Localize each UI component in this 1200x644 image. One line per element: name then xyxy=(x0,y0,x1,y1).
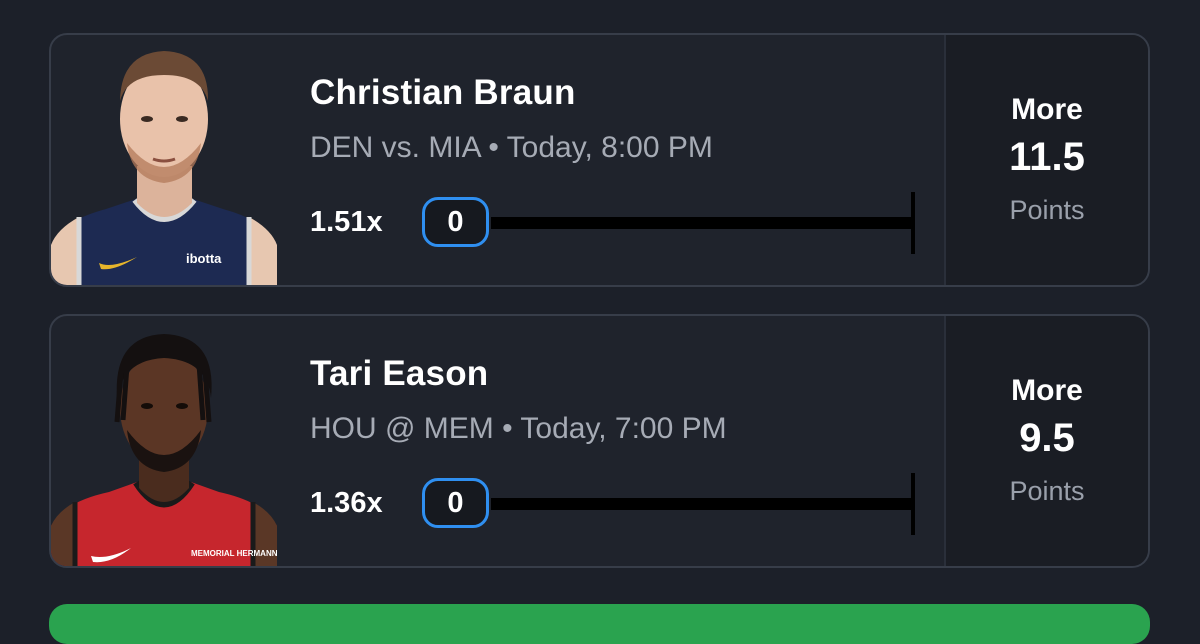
pick-direction: More xyxy=(1011,93,1083,126)
projection-line: 9.5 xyxy=(1019,416,1075,460)
submit-button[interactable] xyxy=(49,604,1150,644)
game-info: HOU @ MEM • Today, 7:00 PM xyxy=(310,412,727,445)
current-stat-counter: 0 xyxy=(422,197,489,247)
player-headshot: ibotta xyxy=(51,51,277,285)
pick-card[interactable]: ibotta Christian Braun DEN vs. MIA • Tod… xyxy=(49,33,1150,287)
progress-target-marker xyxy=(911,473,915,535)
stat-type: Points xyxy=(1009,195,1085,225)
jersey-sponsor-text: ibotta xyxy=(186,251,222,266)
pick-card[interactable]: MEMORIAL HERMANN Tari Eason HOU @ MEM • … xyxy=(49,314,1150,568)
payout-multiplier: 1.51x xyxy=(310,206,383,238)
game-info: DEN vs. MIA • Today, 8:00 PM xyxy=(310,131,713,164)
progress-track xyxy=(491,498,915,510)
player-name: Christian Braun xyxy=(310,73,576,112)
projection-line: 11.5 xyxy=(1009,135,1085,179)
stat-type: Points xyxy=(1009,476,1085,506)
projection-panel[interactable]: More 9.5 Points xyxy=(944,316,1148,566)
current-stat-counter: 0 xyxy=(422,478,489,528)
projection-panel[interactable]: More 11.5 Points xyxy=(944,35,1148,285)
player-headshot: MEMORIAL HERMANN xyxy=(51,334,277,566)
progress-target-marker xyxy=(911,192,915,254)
jersey-sponsor-text: MEMORIAL HERMANN xyxy=(191,549,277,558)
progress-track xyxy=(491,217,915,229)
pick-direction: More xyxy=(1011,374,1083,407)
player-name: Tari Eason xyxy=(310,354,489,393)
payout-multiplier: 1.36x xyxy=(310,487,383,519)
